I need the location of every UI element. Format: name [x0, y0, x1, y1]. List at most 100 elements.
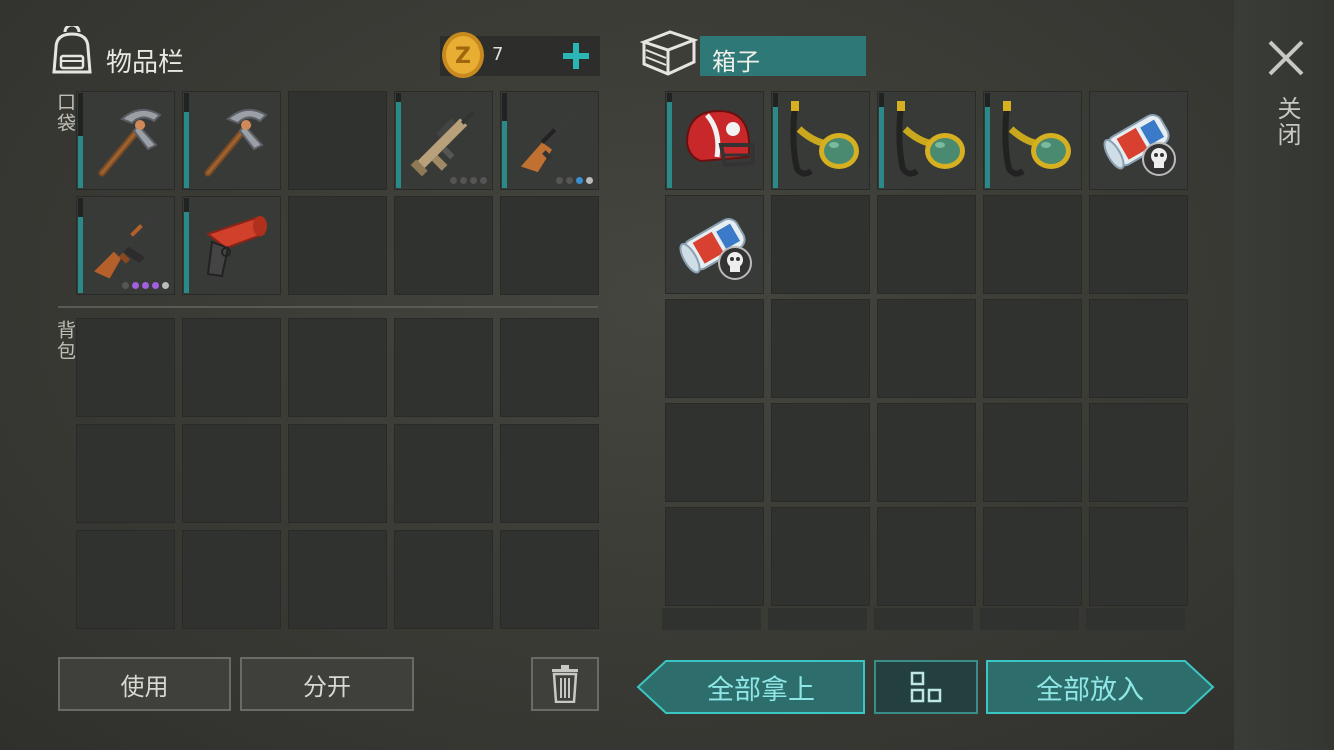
box-slot[interactable]	[983, 507, 1082, 606]
durability-bar	[879, 107, 884, 188]
box-grid-overflow[interactable]	[662, 608, 1188, 630]
backpack-slot[interactable]	[500, 424, 599, 523]
box-slot[interactable]	[983, 403, 1082, 502]
backpack-slot[interactable]	[288, 424, 387, 523]
upgrade-dot	[470, 177, 477, 184]
take-all-label: 全部拿上	[707, 674, 815, 706]
coin-count: 7	[492, 44, 504, 65]
close-button[interactable]	[1264, 36, 1308, 80]
pocket-slot[interactable]	[182, 196, 281, 295]
durability-bar	[502, 121, 507, 188]
upgrade-dot	[132, 282, 139, 289]
box-slot[interactable]	[1089, 195, 1188, 294]
box-slot[interactable]	[1089, 507, 1188, 606]
backpack-slot[interactable]	[182, 424, 281, 523]
put-all-label: 全部放入	[1036, 674, 1144, 706]
box-slot[interactable]	[665, 299, 764, 398]
box-slot[interactable]	[771, 403, 870, 502]
backpack-slot[interactable]	[500, 318, 599, 417]
box-slot[interactable]	[877, 91, 976, 190]
grid-sort-icon	[910, 671, 942, 703]
football-helmet-icon	[675, 99, 759, 183]
backpack-slot[interactable]	[394, 424, 493, 523]
upgrade-dots	[556, 177, 593, 184]
backpack-slot[interactable]	[394, 318, 493, 417]
backpack-slot[interactable]	[76, 530, 175, 629]
box-slot[interactable]	[877, 507, 976, 606]
snorkel-mask-icon	[993, 99, 1077, 183]
upgrade-dot	[556, 177, 563, 184]
box-slot[interactable]	[983, 91, 1082, 190]
plus-icon	[563, 43, 589, 69]
pocket-slot[interactable]	[182, 91, 281, 190]
upgrade-dot	[142, 282, 149, 289]
pocket-slot[interactable]	[500, 196, 599, 295]
durability-bar	[184, 112, 189, 188]
box-slot[interactable]	[771, 507, 870, 606]
box-slot[interactable]	[877, 195, 976, 294]
backpack-slot[interactable]	[182, 530, 281, 629]
backpack-slot[interactable]	[288, 318, 387, 417]
box-slot[interactable]	[665, 403, 764, 502]
close-icon	[1268, 40, 1304, 76]
backpack-slot[interactable]	[182, 318, 281, 417]
box-slot[interactable]	[877, 403, 976, 502]
box-slot[interactable]	[771, 91, 870, 190]
upgrade-dot	[162, 282, 169, 289]
box-title: 箱子	[712, 48, 760, 76]
upgrade-dot	[566, 177, 573, 184]
pocket-slot[interactable]	[500, 91, 599, 190]
pocket-label: 口袋	[54, 92, 76, 134]
pocket-slot[interactable]	[394, 196, 493, 295]
box-slot[interactable]	[665, 195, 764, 294]
pocket-slot[interactable]	[288, 196, 387, 295]
box-slot[interactable]	[1089, 91, 1188, 190]
trash-button[interactable]	[531, 657, 599, 711]
close-label[interactable]: 关闭	[1270, 96, 1305, 148]
backpack-slot[interactable]	[500, 530, 599, 629]
box-slot[interactable]	[877, 299, 976, 398]
box-slot[interactable]	[983, 299, 1082, 398]
upgrade-dot	[460, 177, 467, 184]
upgrade-dot	[480, 177, 487, 184]
magazine-scroll-icon	[1099, 99, 1183, 183]
sort-button[interactable]	[874, 660, 978, 714]
backpack-icon	[48, 23, 96, 76]
box-name-field[interactable]: 箱子	[700, 36, 866, 76]
pocket-slot[interactable]	[394, 91, 493, 190]
durability-bar	[184, 212, 189, 293]
snorkel-mask-icon	[781, 99, 865, 183]
backpack-slot[interactable]	[288, 530, 387, 629]
upgrade-dot	[122, 282, 129, 289]
pocket-slot[interactable]	[288, 91, 387, 190]
box-slot[interactable]	[1089, 299, 1188, 398]
backpack-slot[interactable]	[76, 424, 175, 523]
box-slot[interactable]	[665, 507, 764, 606]
use-button[interactable]: 使用	[58, 657, 231, 711]
add-coins-button[interactable]	[556, 36, 596, 76]
backpack-label: 背包	[54, 320, 76, 362]
box-icon	[639, 28, 699, 78]
pocket-slot[interactable]	[76, 196, 175, 295]
box-slot[interactable]	[771, 195, 870, 294]
coin-icon: Z	[440, 30, 486, 80]
upgrade-dots	[122, 282, 169, 289]
durability-bar	[667, 102, 672, 188]
box-slot[interactable]	[771, 299, 870, 398]
take-all-button[interactable]: 全部拿上	[636, 659, 866, 715]
inventory-title: 物品栏	[106, 48, 185, 78]
durability-bar	[773, 107, 778, 188]
trash-icon	[552, 665, 578, 703]
put-all-button[interactable]: 全部放入	[985, 659, 1215, 715]
assault-rifle-scar-icon	[404, 99, 488, 183]
split-button[interactable]: 分开	[240, 657, 414, 711]
box-slot[interactable]	[983, 195, 1082, 294]
upgrade-dots	[450, 177, 487, 184]
backpack-slot[interactable]	[76, 318, 175, 417]
pocket-slot[interactable]	[76, 91, 175, 190]
backpack-slot[interactable]	[394, 530, 493, 629]
box-slot[interactable]	[1089, 403, 1188, 502]
box-slot[interactable]	[665, 91, 764, 190]
section-divider	[58, 306, 598, 308]
pickaxe-icon	[86, 99, 170, 183]
